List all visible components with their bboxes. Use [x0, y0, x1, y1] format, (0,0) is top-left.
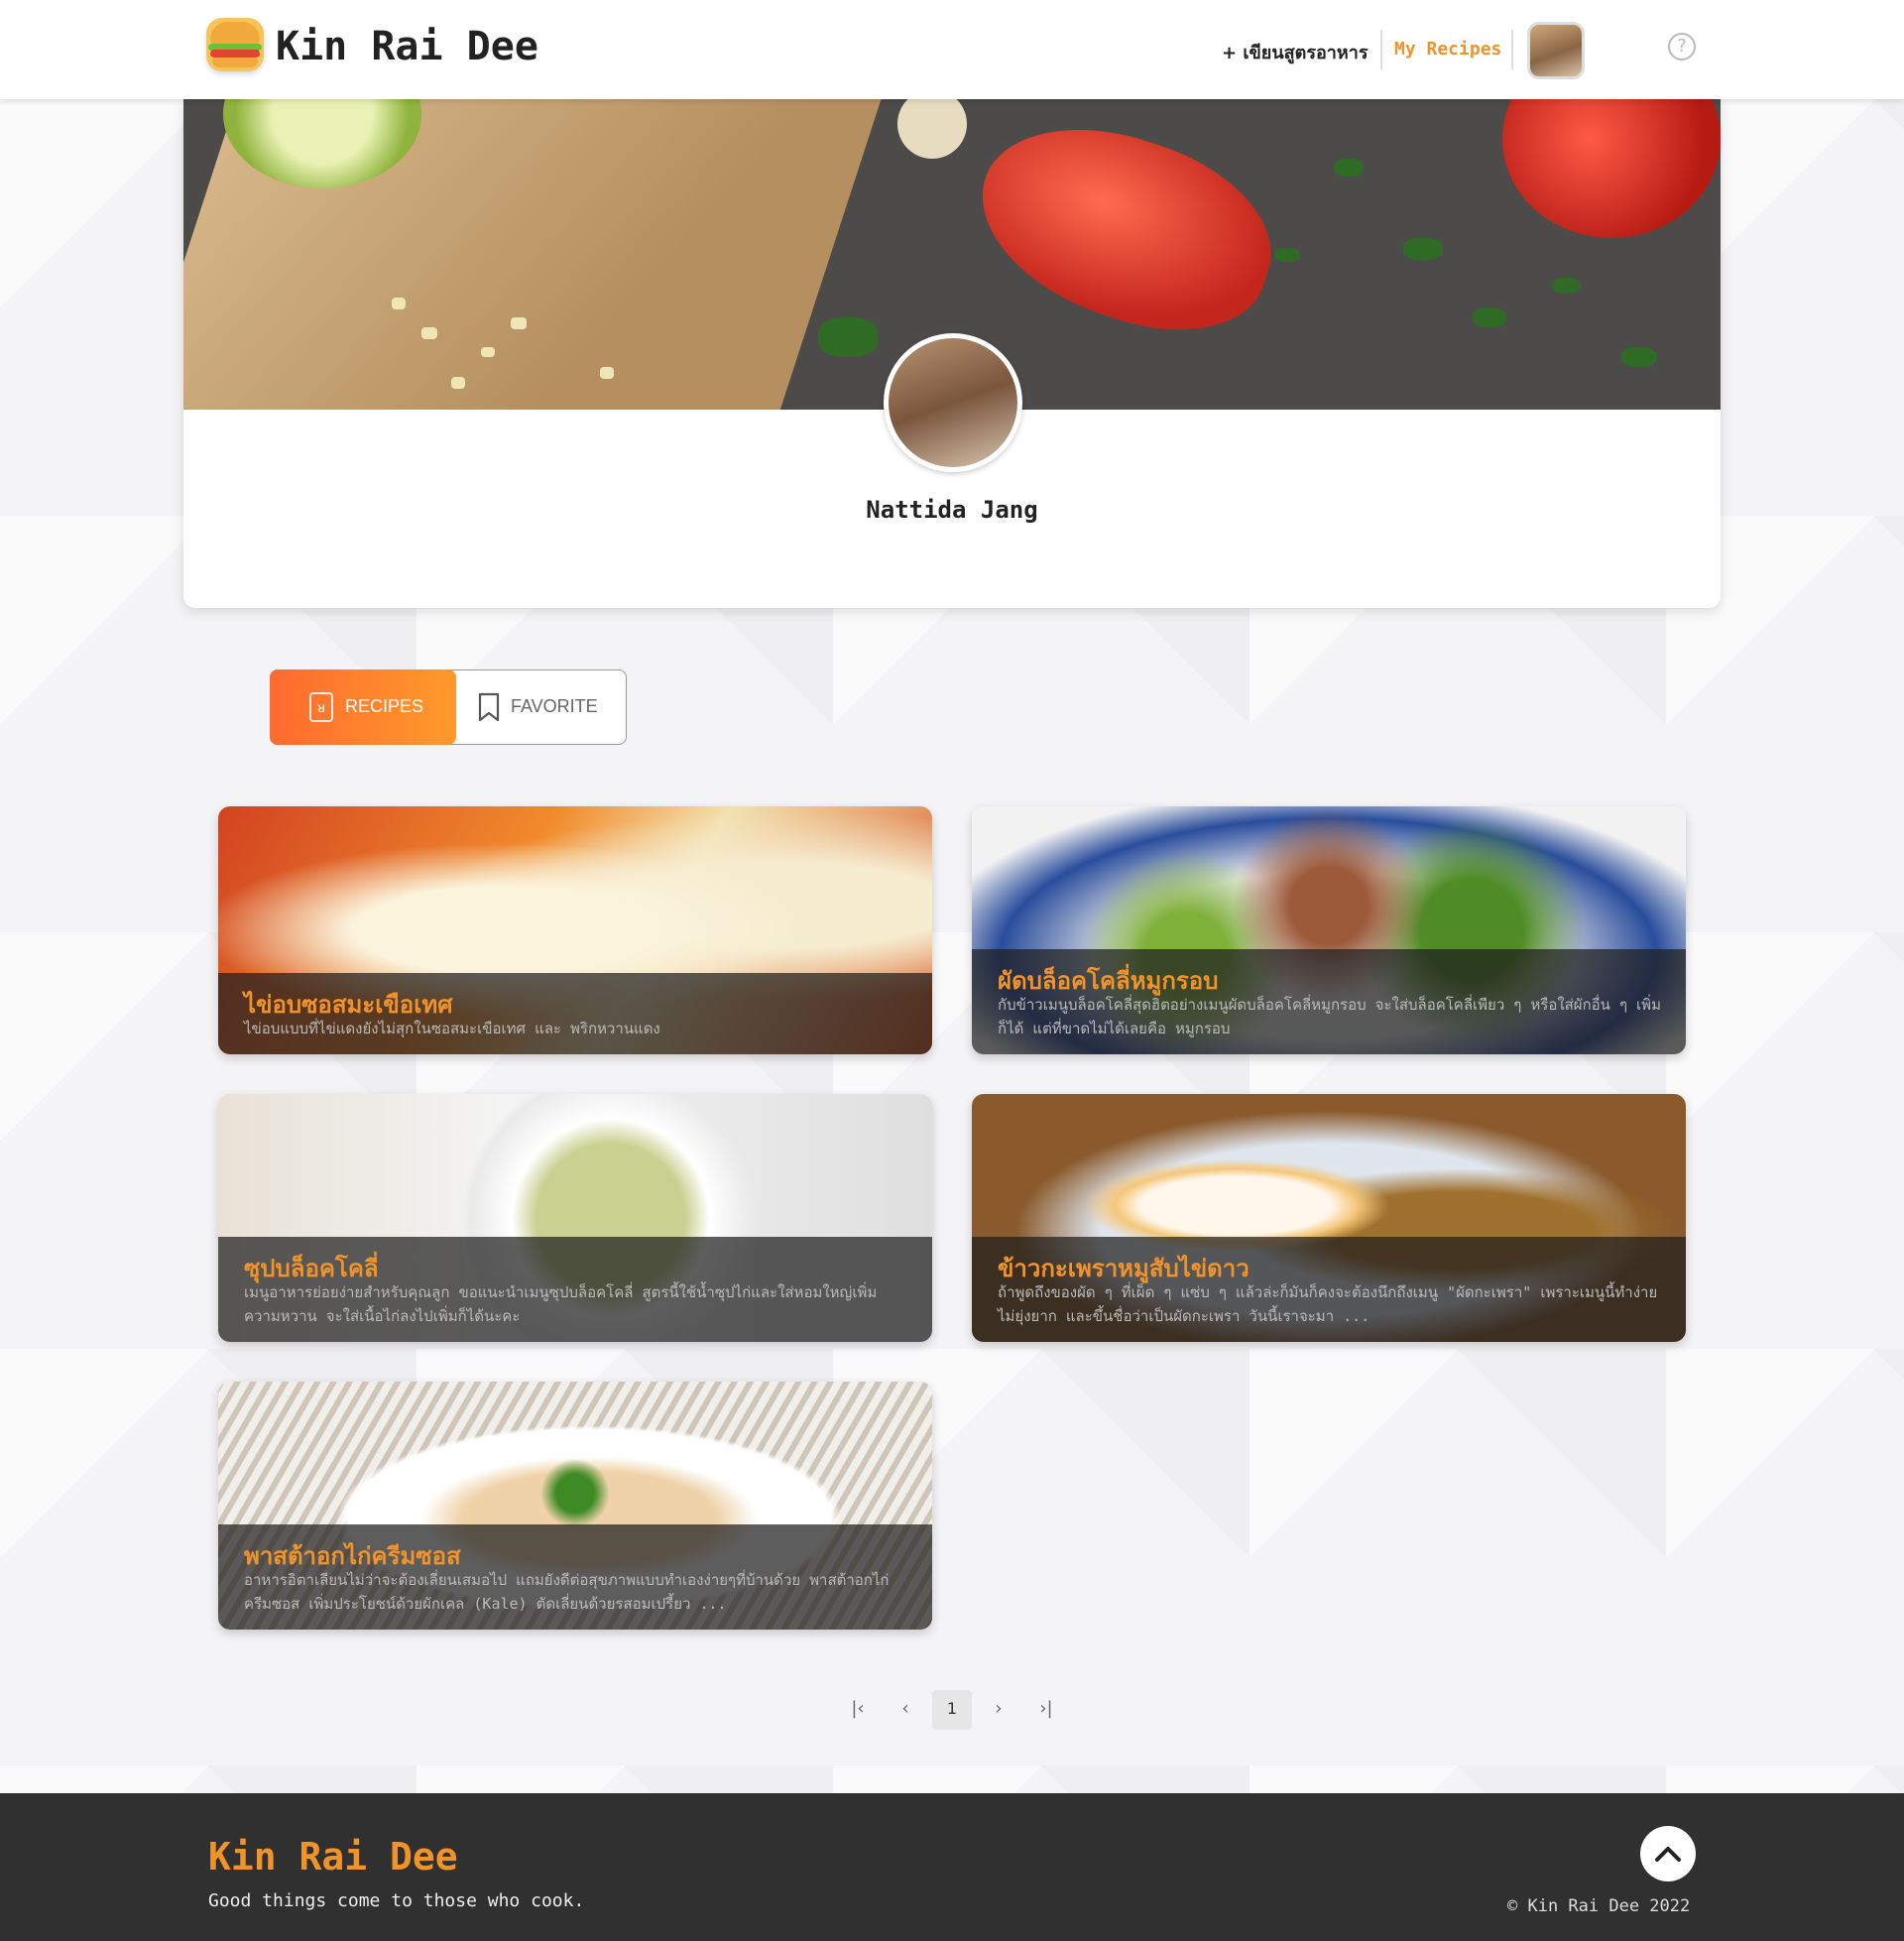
help-icon[interactable]: ?	[1668, 33, 1696, 61]
tab-favorite[interactable]: FAVORITE	[459, 670, 626, 744]
recipe-card[interactable]: ข้าวกะเพราหมูสับไข่ดาว ถ้าพูดถึงของผัด ๆ…	[972, 1094, 1686, 1342]
recipe-caption: ผัดบล็อคโคลี่หมูกรอบ กับข้าวเมนูบล็อคโคล…	[972, 949, 1686, 1054]
user-avatar[interactable]	[1527, 22, 1585, 79]
recipe-description: ถ้าพูดถึงของผัด ๆ ที่เผ็ด ๆ แซ่บ ๆ แล้วล…	[998, 1283, 1658, 1325]
recipe-card[interactable]: ผัดบล็อคโคลี่หมูกรอบ กับข้าวเมนูบล็อคโคล…	[972, 806, 1686, 1054]
brand-logo-text[interactable]: Kin Rai Dee	[276, 24, 538, 69]
fork-knife-icon: ᴚ	[309, 692, 333, 722]
tab-favorite-label: FAVORITE	[511, 696, 598, 716]
profile-avatar	[884, 333, 1022, 472]
page-1-button[interactable]: 1	[932, 1690, 972, 1730]
scroll-to-top-button[interactable]	[1640, 1826, 1696, 1881]
footer: Kin Rai Dee Good things come to those wh…	[0, 1793, 1904, 1941]
bookmark-icon	[478, 692, 500, 722]
recipe-description: อาหารอิตาเลียนไม่ว่าจะต้องเลี่ยนเสมอไป แ…	[244, 1571, 890, 1613]
footer-brand: Kin Rai Dee	[208, 1835, 458, 1879]
recipe-card[interactable]: ไข่อบซอสมะเขือเทศ ไข่อบแบบที่ไข่แดงยังไม…	[218, 806, 932, 1054]
last-page-button[interactable]: ›|	[1026, 1690, 1066, 1730]
top-navbar: Kin Rai Dee + เขียนสูตรอาหาร My Recipes …	[0, 0, 1904, 99]
recipe-caption: ไข่อบซอสมะเขือเทศ ไข่อบแบบที่ไข่แดงยังไม…	[218, 973, 932, 1054]
footer-tagline: Good things come to those who cook.	[208, 1890, 585, 1911]
recipe-description: กับข้าวเมนูบล็อคโคลี่สุดฮิตอย่างเมนูผัดบ…	[998, 996, 1661, 1037]
pagination: |‹ ‹ 1 › ›|	[838, 1690, 1066, 1730]
first-page-button[interactable]: |‹	[838, 1690, 878, 1730]
recipe-caption: ข้าวกะเพราหมูสับไข่ดาว ถ้าพูดถึงของผัด ๆ…	[972, 1237, 1686, 1342]
recipe-description: เมนูอาหารย่อยง่ายสำหรับคุณลูก ขอแนะนำเมน…	[244, 1283, 878, 1325]
chevron-up-icon	[1655, 1847, 1681, 1862]
recipe-caption: ซุปบล็อคโคลี่ เมนูอาหารย่อยง่ายสำหรับคุณ…	[218, 1237, 932, 1342]
recipe-caption: พาสต้าอกไก่ครีมซอส อาหารอิตาเลียนไม่ว่าจ…	[218, 1524, 932, 1630]
profile-tabs: ᴚ RECIPES FAVORITE	[270, 669, 627, 745]
my-recipes-link[interactable]: My Recipes	[1394, 39, 1501, 60]
footer-copyright: © Kin Rai Dee 2022	[1507, 1896, 1691, 1916]
recipe-description: ไข่อบแบบที่ไข่แดงยังไม่สุกในซอสมะเขือเทศ…	[244, 1020, 660, 1037]
write-recipe-link[interactable]: + เขียนสูตรอาหาร	[1222, 38, 1368, 66]
profile-card: Nattida Jang	[183, 99, 1721, 608]
nav-divider	[1511, 30, 1513, 69]
prev-page-button[interactable]: ‹	[886, 1690, 925, 1730]
tab-recipes[interactable]: ᴚ RECIPES	[270, 669, 456, 745]
nav-divider	[1380, 30, 1382, 69]
next-page-button[interactable]: ›	[979, 1690, 1018, 1730]
tab-recipes-label: RECIPES	[345, 696, 424, 716]
profile-name: Nattida Jang	[866, 496, 1038, 524]
burger-logo-icon[interactable]	[206, 18, 264, 71]
recipe-card[interactable]: พาสต้าอกไก่ครีมซอส อาหารอิตาเลียนไม่ว่าจ…	[218, 1382, 932, 1630]
recipe-card[interactable]: ซุปบล็อคโคลี่ เมนูอาหารย่อยง่ายสำหรับคุณ…	[218, 1094, 932, 1342]
